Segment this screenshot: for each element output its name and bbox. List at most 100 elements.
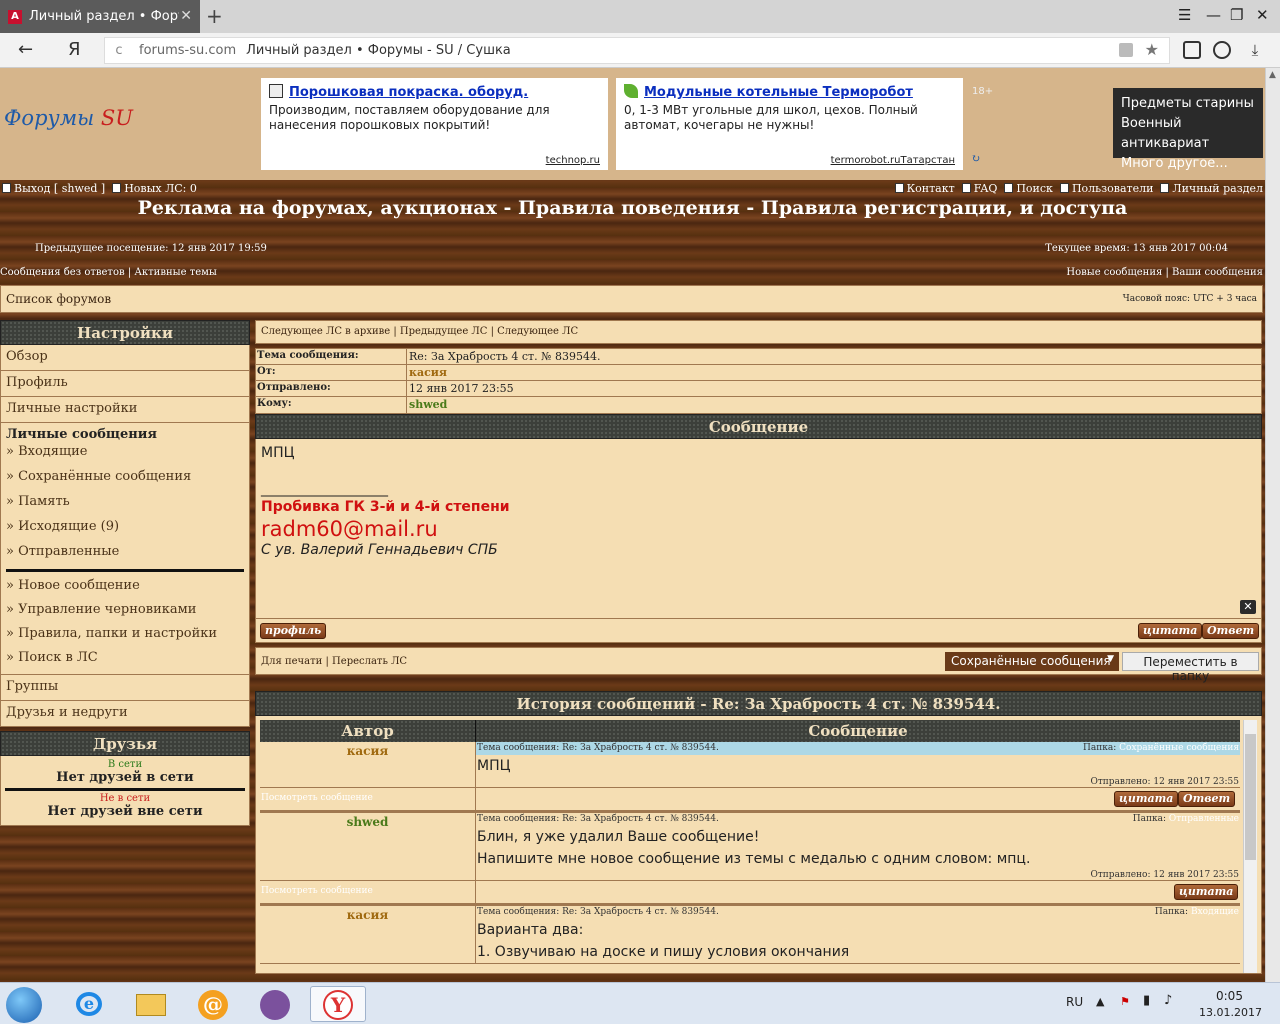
history-quote-button[interactable]: цитата <box>1114 791 1179 807</box>
sidebar-item-pm-search[interactable]: » Поиск в ЛС <box>6 650 244 670</box>
site-logo[interactable]: Форумы SU <box>4 106 133 130</box>
reload-icon[interactable]: c <box>105 43 133 58</box>
sidebar-item-overview[interactable]: Обзор <box>0 345 250 371</box>
restore-button[interactable]: ❐ <box>1230 6 1243 24</box>
viber-icon[interactable] <box>248 986 304 1022</box>
message-body: МПЦ _____________________ Пробивка ГК 3-… <box>255 439 1262 619</box>
search-links-right[interactable]: Новые сообщения | Ваши сообщения <box>1066 267 1263 278</box>
nav-personal[interactable]: Личный раздел <box>1172 182 1263 195</box>
folder-select[interactable]: Сохранённые сообщения ▼ <box>945 652 1119 671</box>
tray-expand-icon[interactable]: ▲ <box>1096 995 1104 1008</box>
back-button[interactable]: ← <box>18 39 33 60</box>
internet-explorer-icon[interactable]: e <box>62 986 118 1022</box>
sidebar-item-preferences[interactable]: Личные настройки <box>0 397 250 423</box>
volume-icon[interactable]: ♪ <box>1164 993 1172 1008</box>
promo-banner[interactable]: Предметы старины Военный антиквариат Мно… <box>1113 88 1263 171</box>
sidebar-item-sent[interactable]: » Отправленные <box>6 544 244 569</box>
clock-date[interactable]: 13.01.2017 <box>1199 1006 1262 1019</box>
delete-icon[interactable]: ✕ <box>1240 600 1256 614</box>
profile-button[interactable]: профиль <box>260 623 327 639</box>
history-folder-link[interactable]: Сохранённые сообщения <box>1119 743 1239 753</box>
previous-visit: Предыдущее посещение: 12 янв 2017 19:59 <box>35 243 267 254</box>
sidebar-pm-title[interactable]: Личные сообщения <box>6 427 244 442</box>
move-to-folder-button[interactable]: Переместить в папку <box>1122 652 1259 683</box>
history-author-link[interactable]: касия <box>260 742 476 787</box>
yandex-home-button[interactable]: Я <box>68 39 81 60</box>
history-post: касия Тема сообщения: Re: За Храбрость 4… <box>260 742 1240 788</box>
mail-agent-icon[interactable]: @ <box>186 986 242 1022</box>
to-user-link[interactable]: shwed <box>407 397 447 413</box>
history-scrollbar[interactable] <box>1243 720 1257 973</box>
download-icon[interactable]: ⤓ <box>1246 41 1264 59</box>
sidebar-item-rules[interactable]: » Правила, папки и настройки <box>6 626 244 650</box>
sidebar-item-inbox[interactable]: » Входящие <box>6 444 244 469</box>
message-nav[interactable]: Следующее ЛС в архиве | Предыдущее ЛС | … <box>255 320 1262 344</box>
sidebar-item-saved[interactable]: » Сохранённые сообщения <box>6 469 244 494</box>
nav-contact[interactable]: Контакт <box>907 182 955 195</box>
url-field[interactable]: c forums-su.com Личный раздел • Форумы -… <box>104 37 1170 64</box>
print-forward-links[interactable]: Для печати | Переслать ЛС <box>261 656 407 667</box>
promo-line: Предметы старины <box>1121 96 1254 111</box>
view-message-link[interactable]: Посмотреть сообщение <box>260 788 476 810</box>
nav-users[interactable]: Пользователи <box>1072 182 1153 195</box>
sidebar-item-outbox[interactable]: » Исходящие (9) <box>6 519 244 544</box>
history-author-link[interactable]: касия <box>260 906 476 963</box>
reply-button[interactable]: Ответ <box>1202 623 1260 639</box>
language-indicator[interactable]: RU <box>1066 995 1083 1009</box>
forum-page: Форумы SU Порошковая покраска. оборуд. П… <box>0 68 1265 982</box>
new-pm-link[interactable]: Новых ЛС: 0 <box>124 182 197 195</box>
history-quote-button[interactable]: цитата <box>1174 884 1239 900</box>
history-sent: 12 янв 2017 23:55 <box>1153 777 1239 787</box>
sidebar-item-drafts[interactable]: » Управление черновиками <box>6 602 244 626</box>
sidebar-item-groups[interactable]: Группы <box>0 675 250 701</box>
new-tab-button[interactable]: + <box>206 4 223 28</box>
ad-title[interactable]: Порошковая покраска. оборуд. <box>289 85 528 100</box>
signature-line: _____________________ <box>261 481 388 497</box>
minimize-button[interactable]: — <box>1206 6 1221 24</box>
extension-icon[interactable] <box>1183 41 1201 59</box>
ad-source-link[interactable]: termorobot.ruТатарстан <box>831 155 955 166</box>
browser-tab[interactable]: А Личный раздел • Форумы ✕ <box>0 0 200 33</box>
menu-icon[interactable]: ☰ <box>1178 6 1191 24</box>
nav-search[interactable]: Поиск <box>1016 182 1053 195</box>
from-user-link[interactable]: касия <box>407 365 447 380</box>
action-center-icon[interactable]: ⚑ <box>1120 995 1130 1008</box>
close-window-button[interactable]: ✕ <box>1256 6 1269 24</box>
sidebar-item-profile[interactable]: Профиль <box>0 371 250 397</box>
network-icon[interactable]: ▮ <box>1143 993 1150 1008</box>
history-scroll-thumb[interactable] <box>1245 734 1256 860</box>
nav-faq[interactable]: FAQ <box>974 182 998 195</box>
ad-title[interactable]: Модульные котельные Терморобот <box>644 85 913 100</box>
history-author-link[interactable]: shwed <box>260 813 476 880</box>
file-explorer-icon[interactable] <box>124 986 180 1022</box>
sidebar-item-friends[interactable]: Друзья и недруги <box>0 701 250 727</box>
view-message-link[interactable]: Посмотреть сообщение <box>260 881 476 903</box>
sidebar-item-compose[interactable]: » Новое сообщение <box>6 578 244 602</box>
history-folder-link[interactable]: Отправленные <box>1169 814 1239 824</box>
sidebar-divider <box>6 569 244 572</box>
signature-red-text: Пробивка ГК 3-й и 4-й степени <box>261 499 510 515</box>
ad-badge-icon[interactable]: ↻ <box>971 152 980 165</box>
search-links-left[interactable]: Сообщения без ответов | Активные темы <box>0 267 217 278</box>
sidebar-item-memory[interactable]: » Память <box>6 494 244 519</box>
history-reply-button[interactable]: Ответ <box>1178 791 1236 807</box>
site-title[interactable]: Реклама на форумах, аукционах - Правила … <box>0 197 1265 219</box>
protect-icon[interactable] <box>1213 41 1231 59</box>
clock-time[interactable]: 0:05 <box>1216 989 1243 1003</box>
ad-block-powder[interactable]: Порошковая покраска. оборуд. Производим,… <box>261 78 608 170</box>
page-scrollbar[interactable]: ▲ <box>1265 68 1280 982</box>
windows-start-icon[interactable] <box>6 987 42 1023</box>
ad-block-boiler[interactable]: Модульные котельные Терморобот 0, 1-3 МВ… <box>616 78 963 170</box>
tab-close-icon[interactable]: ✕ <box>180 8 192 24</box>
lock-icon[interactable] <box>1119 43 1133 57</box>
yandex-browser-icon[interactable]: Y <box>310 986 366 1022</box>
scroll-up-icon[interactable]: ▲ <box>1269 70 1277 88</box>
forum-list-link[interactable]: Список форумов <box>6 292 111 306</box>
history-folder-link[interactable]: Входящие <box>1191 907 1239 917</box>
star-icon[interactable]: ★ <box>1145 40 1159 59</box>
logout-link[interactable]: Выход [ shwed ] <box>14 182 105 195</box>
quote-button[interactable]: цитата <box>1138 623 1203 639</box>
signature-email[interactable]: radm60@mail.ru <box>261 517 1256 541</box>
tab-title: Личный раздел • Форумы <box>29 9 179 24</box>
ad-source-link[interactable]: technop.ru <box>546 155 600 166</box>
